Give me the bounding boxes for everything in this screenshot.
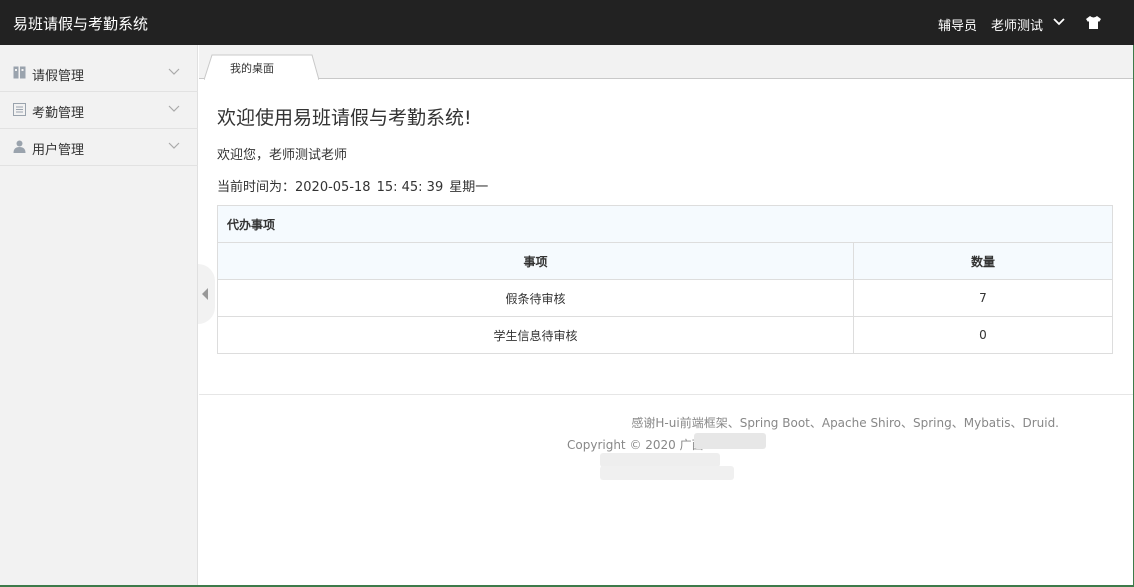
chevron-down-icon bbox=[168, 105, 180, 112]
sidebar-item-label: 请假管理 bbox=[32, 69, 85, 84]
column-header-count: 数量 bbox=[853, 242, 1113, 280]
table-row: 学生信息待审核 0 bbox=[217, 316, 1113, 354]
table-caption: 代办事项 bbox=[217, 205, 1113, 243]
sidebar-item-leave[interactable]: 请假管理 bbox=[0, 55, 198, 92]
table-row: 假条待审核 7 bbox=[217, 279, 1113, 317]
redacted-area bbox=[600, 453, 720, 467]
tab-my-desktop[interactable]: 我的桌面 bbox=[204, 54, 319, 80]
sidebar-item-label: 用户管理 bbox=[32, 143, 85, 158]
sidebar-collapse-handle[interactable] bbox=[198, 264, 215, 324]
cell-item: 假条待审核 bbox=[217, 279, 854, 317]
time-prefix: 当前时间为： bbox=[217, 180, 296, 195]
tab-label: 我的桌面 bbox=[230, 62, 274, 75]
column-header-item: 事项 bbox=[217, 242, 854, 280]
sidebar: 请假管理 考勤管理 用户管理 bbox=[0, 45, 198, 585]
cell-count: 0 bbox=[853, 316, 1113, 354]
cell-count: 7 bbox=[853, 279, 1113, 317]
redacted-area bbox=[600, 466, 734, 480]
tab-bar: 我的桌面 bbox=[199, 45, 1133, 80]
cell-item: 学生信息待审核 bbox=[217, 316, 854, 354]
user-role: 辅导员 bbox=[938, 19, 978, 34]
chevron-left-icon bbox=[202, 288, 208, 300]
current-clock: 15: 45: 39 bbox=[376, 180, 444, 195]
current-weekday: 星期一 bbox=[449, 180, 489, 195]
sidebar-item-label: 考勤管理 bbox=[32, 106, 85, 121]
todo-table: 代办事项 事项 数量 假条待审核 7 学生信息待审核 0 bbox=[217, 205, 1113, 354]
footer-credits: 感谢H-ui前端框架、Spring Boot、Apache Shiro、Spri… bbox=[631, 416, 1059, 430]
footer-divider bbox=[199, 394, 1133, 395]
sidebar-item-users[interactable]: 用户管理 bbox=[0, 129, 198, 166]
welcome-title: 欢迎使用易班请假与考勤系统! bbox=[217, 107, 472, 129]
chevron-down-icon bbox=[168, 68, 180, 75]
chevron-down-icon[interactable] bbox=[1053, 15, 1065, 29]
user-menu[interactable]: 老师测试 bbox=[991, 15, 1043, 34]
app-title[interactable]: 易班请假与考勤系统 bbox=[13, 13, 148, 34]
welcome-text: 欢迎您，老师测试老师 bbox=[217, 148, 348, 163]
footer-copyright: Copyright © 2020 广西 bbox=[567, 438, 704, 452]
document-icon bbox=[13, 103, 26, 116]
sidebar-item-attendance[interactable]: 考勤管理 bbox=[0, 92, 198, 129]
grid-icon bbox=[13, 66, 26, 79]
redacted-area bbox=[694, 433, 766, 449]
tshirt-icon[interactable] bbox=[1085, 15, 1102, 30]
current-date: 2020-05-18 bbox=[295, 180, 371, 195]
user-icon bbox=[13, 140, 26, 153]
top-navbar: 易班请假与考勤系统 辅导员 老师测试 bbox=[0, 0, 1134, 45]
current-time: 当前时间为：2020-05-18 15: 45: 39 星期一 bbox=[217, 176, 494, 195]
chevron-down-icon bbox=[168, 142, 180, 149]
